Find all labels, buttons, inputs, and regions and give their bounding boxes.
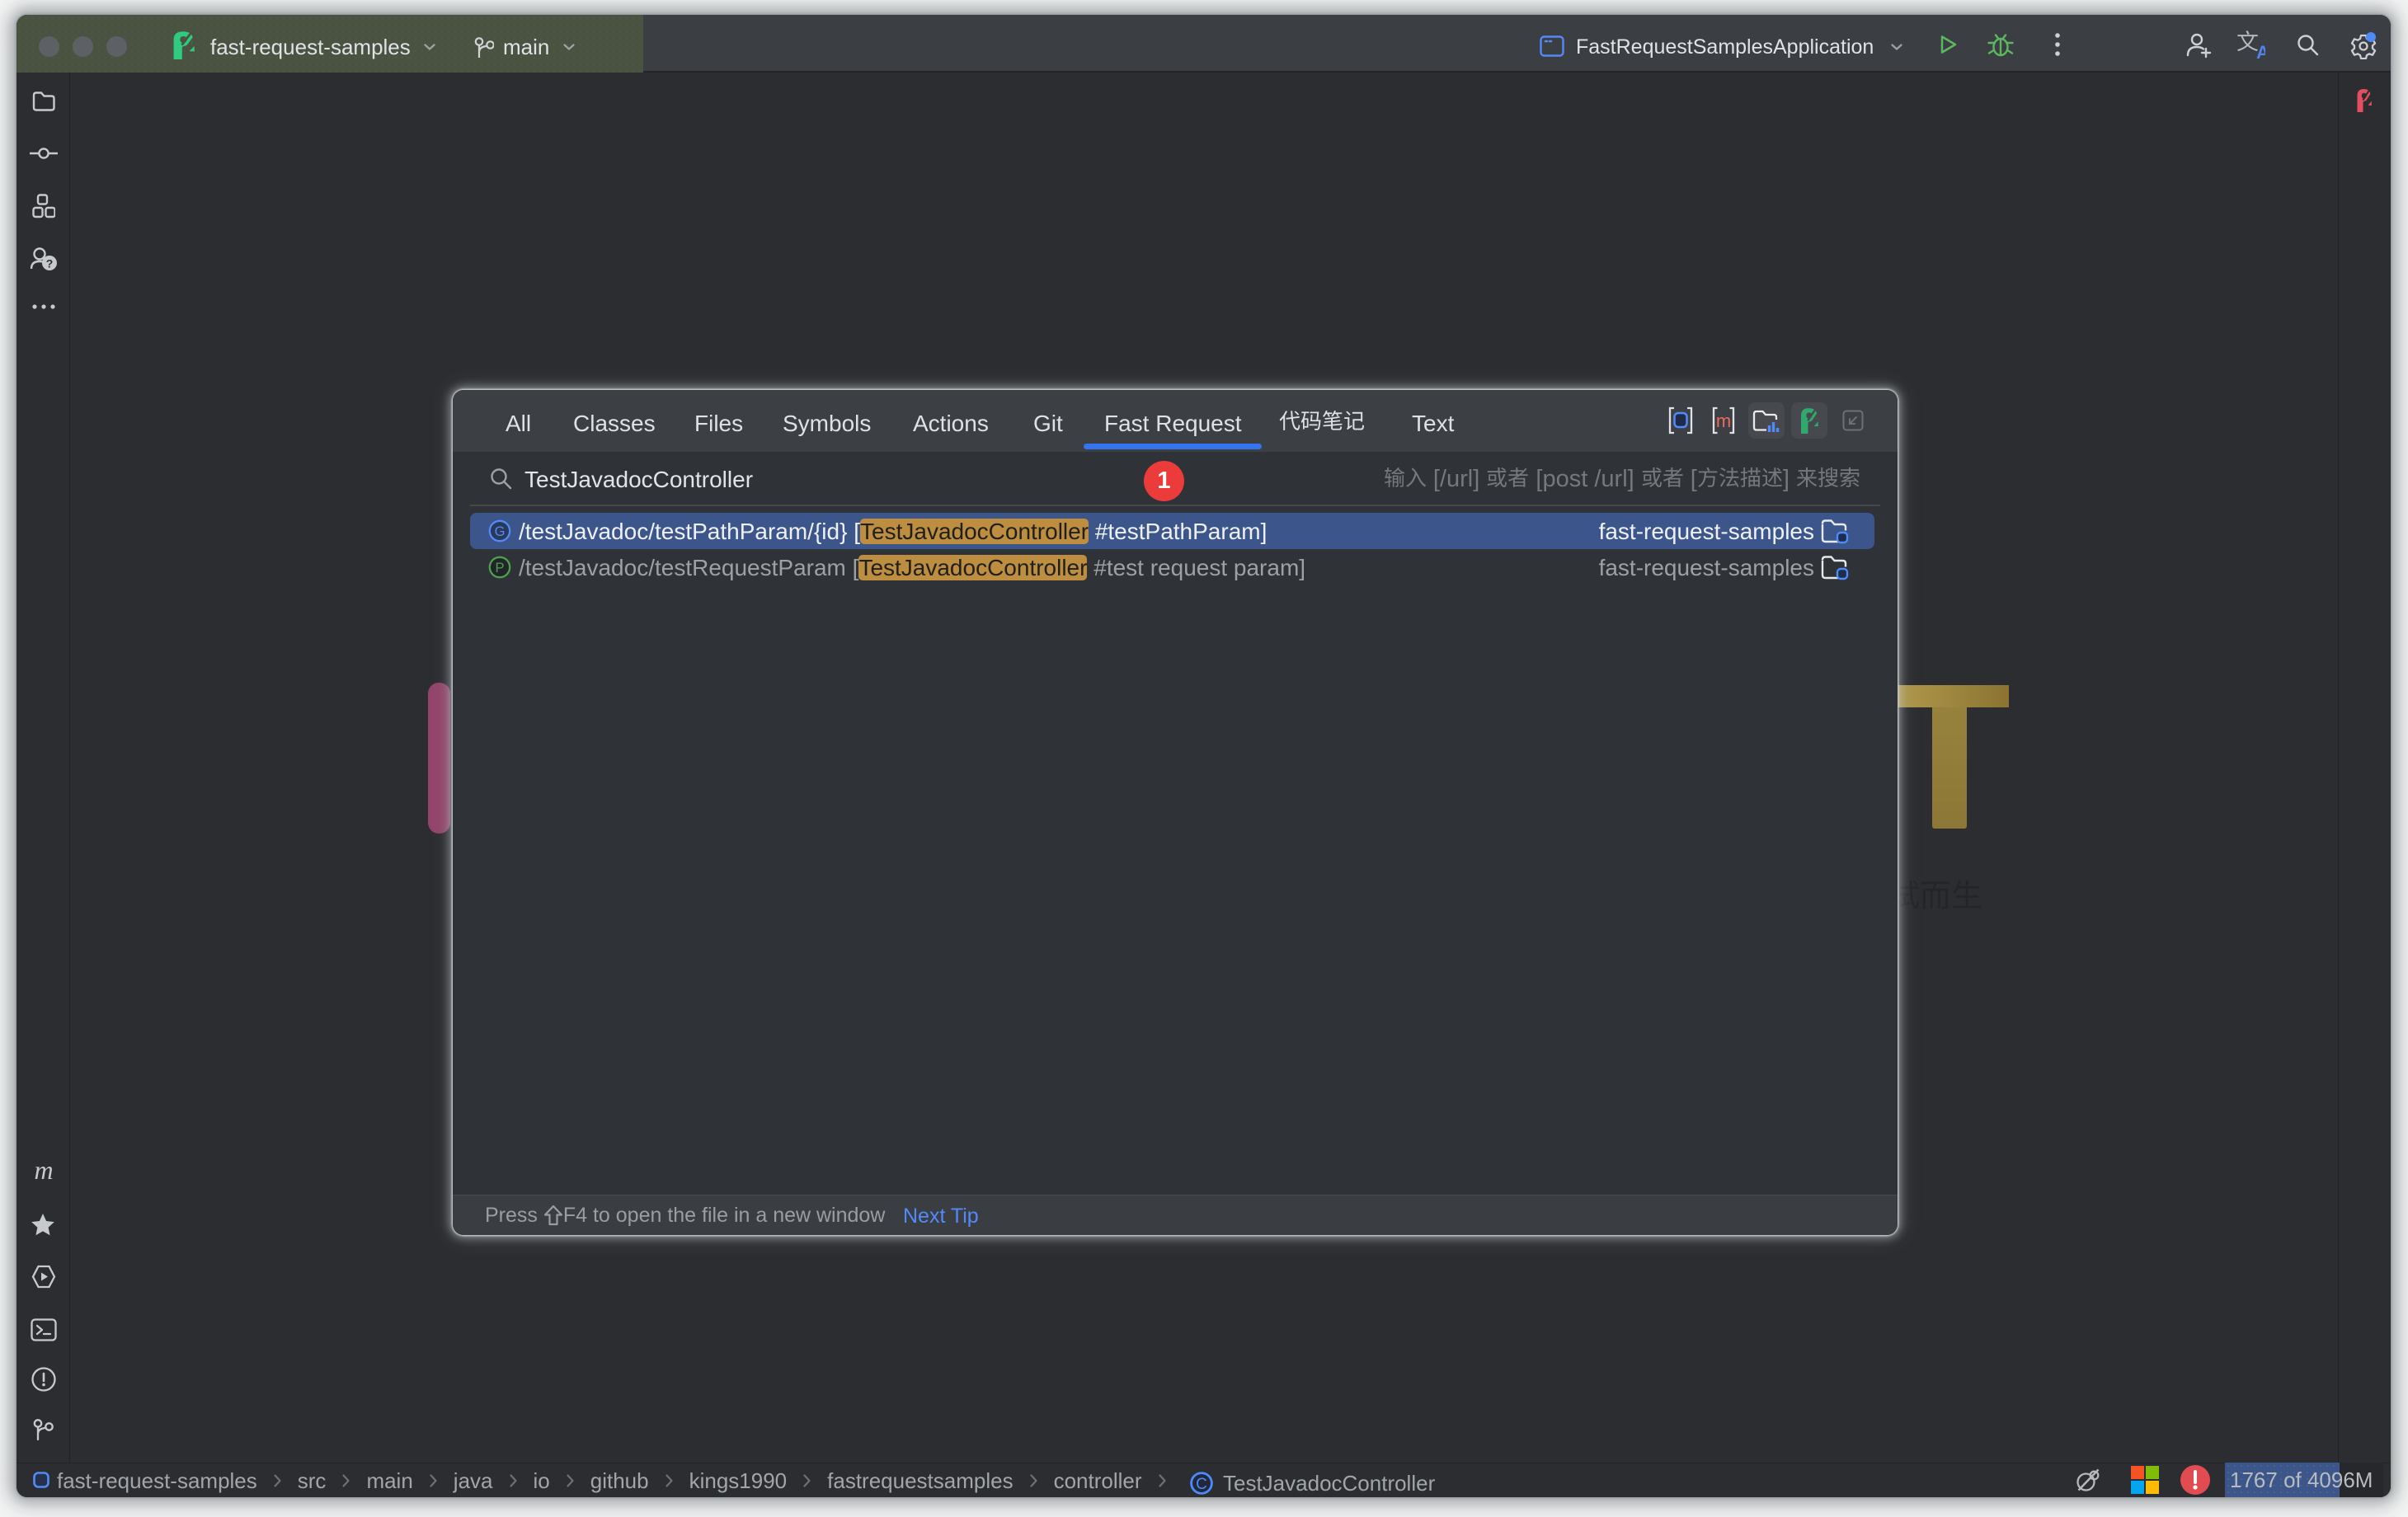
svg-text:m: m (1716, 411, 1731, 431)
svg-text:C: C (1196, 1476, 1207, 1493)
svg-text:?: ? (45, 257, 53, 270)
svg-text:A: A (2256, 42, 2265, 60)
